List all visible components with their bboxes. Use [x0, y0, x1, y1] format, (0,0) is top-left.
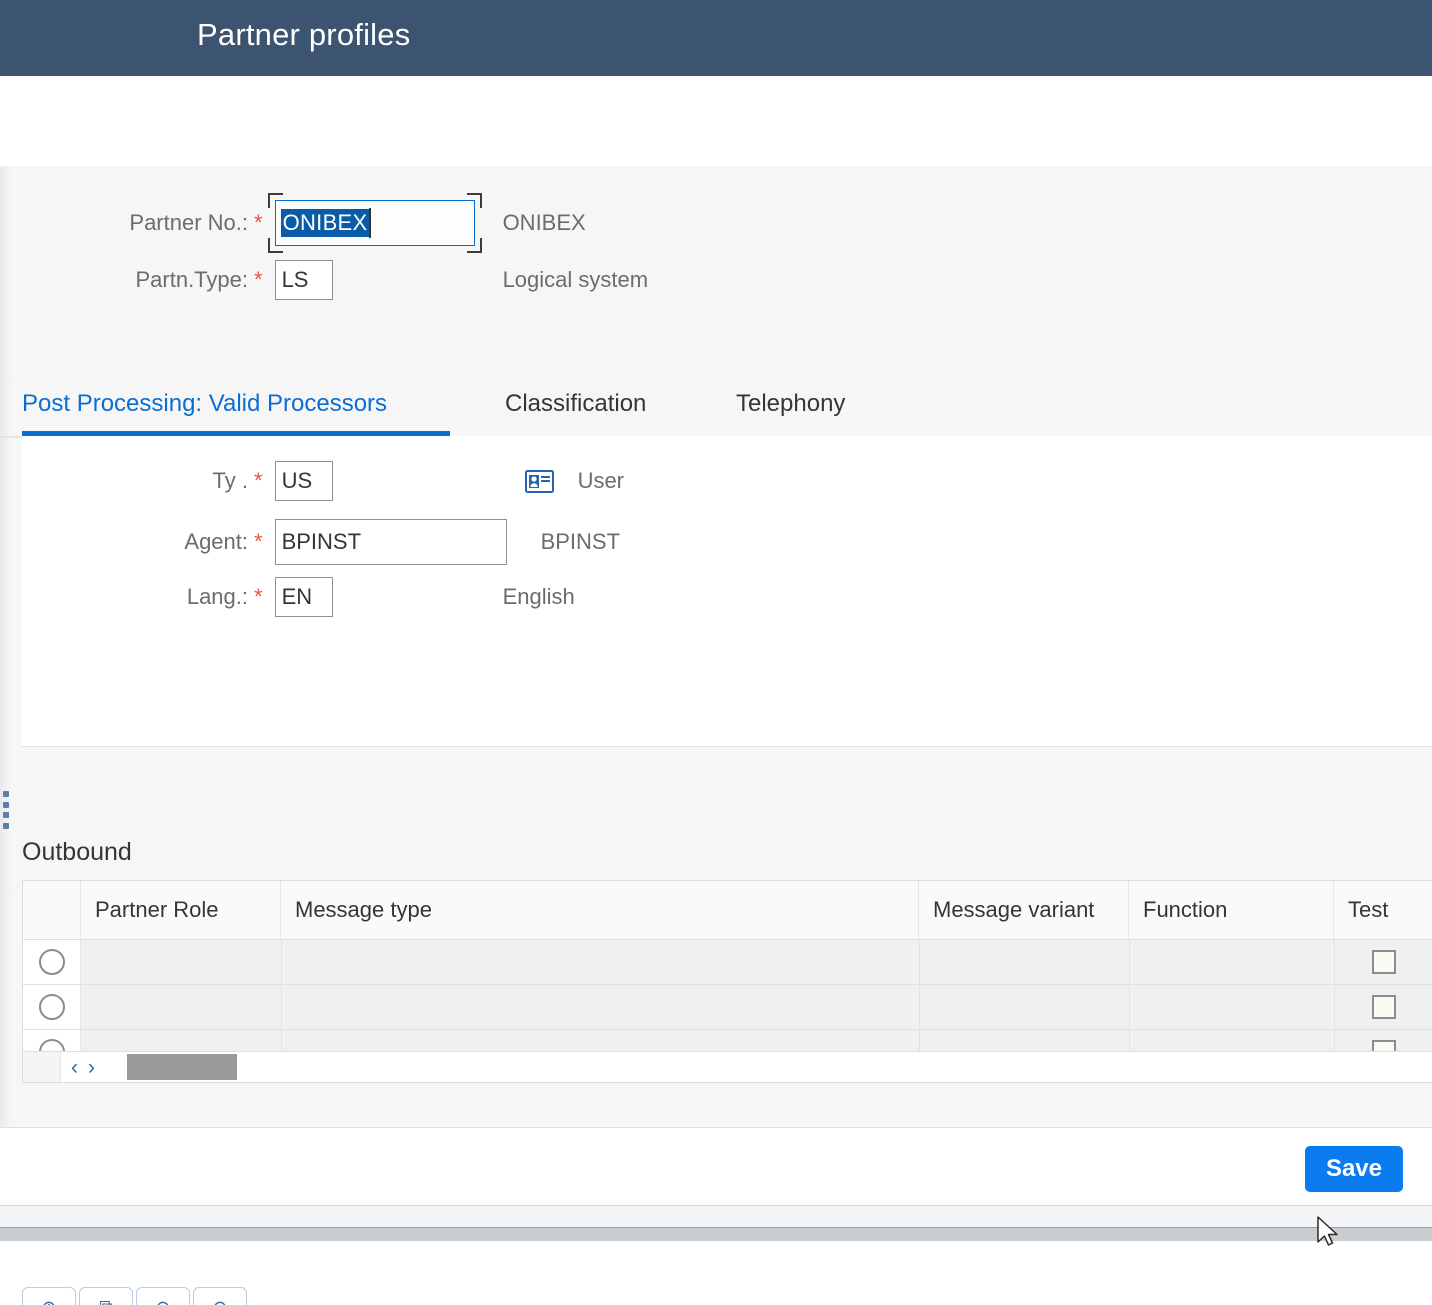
- tab-telephony[interactable]: Telephony: [736, 373, 845, 434]
- table-row[interactable]: [23, 940, 1432, 985]
- checkbox-icon: [1371, 950, 1396, 974]
- table-horizontal-scrollbar[interactable]: ‹ ›: [23, 1051, 1432, 1082]
- agent-input[interactable]: [274, 519, 507, 565]
- column-header-message-variant[interactable]: Message variant: [919, 881, 1129, 939]
- focus-bracket-bottom-left: [267, 238, 283, 253]
- focus-bracket-top-left: [267, 193, 283, 208]
- focus-bracket-top-right: [466, 193, 482, 208]
- column-header-function[interactable]: Function: [1129, 881, 1334, 939]
- header-form: Partner No.: * ONIBEX ONIBEX Partn.Type:…: [0, 190, 1432, 320]
- agent-label: Agent:: [184, 529, 248, 554]
- test-checkbox-cell[interactable]: [1334, 985, 1432, 1029]
- focus-bracket-bottom-right: [466, 238, 482, 253]
- contact-card-icon: [524, 469, 554, 493]
- language-required-marker: *: [254, 584, 263, 609]
- partner-no-label: Partner No.:: [129, 210, 248, 235]
- save-button[interactable]: Save: [1304, 1146, 1403, 1192]
- partner-type-label: Partn.Type:: [135, 267, 248, 292]
- table-row[interactable]: [23, 985, 1432, 1030]
- mouse-cursor: [1316, 1216, 1342, 1255]
- browser-status-bar: [0, 1205, 1432, 1227]
- scrollbar-corner: [23, 1052, 61, 1082]
- tab-post-processing[interactable]: Post Processing: Valid Processors: [22, 373, 387, 434]
- partner-no-value: ONIBEX: [280, 209, 370, 237]
- row-select-radio[interactable]: [23, 940, 81, 984]
- toolbar: More: [0, 76, 1432, 212]
- scroll-arrows: ‹ ›: [71, 1052, 95, 1082]
- row-select-radio[interactable]: [23, 985, 81, 1029]
- partner-no-required-marker: *: [254, 210, 263, 235]
- shell-header: Partner profiles: [0, 0, 1432, 76]
- agent-description: BPINST: [540, 529, 621, 554]
- partner-no-field-wrapper: ONIBEX: [267, 193, 482, 253]
- footer-bar: Save: [0, 1127, 1432, 1205]
- table-action-button-1[interactable]: ⊕: [22, 1287, 76, 1305]
- page-body: Partner No.: * ONIBEX ONIBEX Partn.Type:…: [0, 166, 1432, 1305]
- partner-type-input[interactable]: [274, 260, 333, 300]
- type-input[interactable]: [274, 461, 333, 501]
- table-action-button-3[interactable]: ⊜: [136, 1287, 190, 1305]
- language-label: Lang.:: [186, 584, 248, 609]
- language-description: English: [502, 584, 575, 609]
- partner-type-description: Logical system: [502, 267, 649, 292]
- scroll-left-icon[interactable]: ‹: [71, 1057, 78, 1078]
- table-action-button-4[interactable]: ⊖: [193, 1287, 247, 1305]
- checkbox-icon: [1371, 995, 1396, 1019]
- os-taskbar: [0, 1227, 1432, 1241]
- outbound-table: Partner Role Message type Message varian…: [22, 880, 1432, 1083]
- type-required-marker: *: [254, 468, 263, 493]
- app-root: Partner profiles Partner No.: * ONIBEX O…: [0, 0, 1432, 1305]
- partner-type-required-marker: *: [254, 267, 263, 292]
- panel-resize-handle[interactable]: [2, 791, 10, 829]
- outbound-table-header: Partner Role Message type Message varian…: [23, 881, 1432, 940]
- test-checkbox-cell[interactable]: [1334, 940, 1432, 984]
- scrollbar-thumb[interactable]: [127, 1054, 237, 1080]
- type-label: Ty .: [212, 468, 248, 493]
- type-description: User: [577, 468, 625, 493]
- tab-classification[interactable]: Classification: [505, 373, 646, 434]
- language-input[interactable]: [274, 577, 333, 617]
- tab-bar: Post Processing: Valid Processors Classi…: [0, 373, 1432, 438]
- column-header-message-type[interactable]: Message type: [281, 881, 919, 939]
- partner-no-description: ONIBEX: [502, 210, 586, 235]
- radio-icon: [38, 994, 65, 1020]
- column-header-select: [23, 881, 81, 939]
- radio-icon: [38, 949, 65, 975]
- column-header-test[interactable]: Test: [1334, 881, 1432, 939]
- text-caret: [368, 208, 371, 238]
- scrollbar-track[interactable]: [127, 1052, 1427, 1082]
- column-header-partner-role[interactable]: Partner Role: [81, 881, 281, 939]
- table-action-buttons: ⊕ ⧉ ⊜ ⊖: [22, 1287, 422, 1305]
- scroll-right-icon[interactable]: ›: [88, 1057, 95, 1078]
- agent-required-marker: *: [254, 529, 263, 554]
- outbound-section-title: Outbound: [22, 838, 132, 866]
- valid-processors-panel: Ty . * User Agent:: [22, 436, 1432, 747]
- table-action-button-2[interactable]: ⧉: [79, 1287, 133, 1305]
- page-title: Partner profiles: [197, 17, 411, 52]
